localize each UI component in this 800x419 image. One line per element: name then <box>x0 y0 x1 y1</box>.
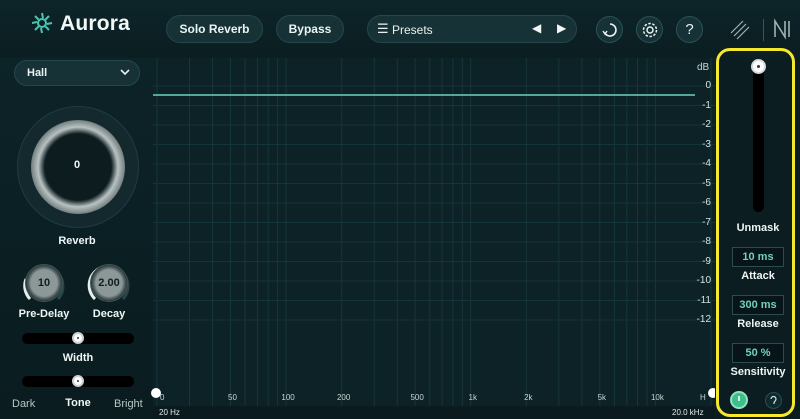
help-icon: ? <box>685 21 694 38</box>
low-freq-handle[interactable] <box>151 388 161 398</box>
db-tick-label: -6 <box>702 197 711 208</box>
reverb-type-dropdown[interactable]: Hall <box>14 60 140 86</box>
aurora-logo-icon <box>31 12 53 34</box>
chevron-down-icon <box>120 69 130 76</box>
freq-tick-label: 50 <box>228 393 237 402</box>
tone-bright-label: Bright <box>114 398 143 410</box>
tone-dark-label: Dark <box>12 398 36 410</box>
db-unit-label: dB <box>697 62 710 73</box>
db-tick-label: -2 <box>702 119 711 130</box>
presets-selector[interactable]: ☰ Presets ◀ ▶ <box>367 15 577 43</box>
history-icon <box>601 22 617 37</box>
width-slider-thumb[interactable] <box>72 332 84 344</box>
toolbar-divider <box>763 19 764 41</box>
db-tick-label: -8 <box>702 236 711 247</box>
db-tick-label: -9 <box>702 255 711 267</box>
reverb-label: Reverb <box>58 235 96 247</box>
freq-end-partial-label: H <box>700 393 706 402</box>
db-tick-label: -10 <box>696 275 711 286</box>
db-tick-label: -4 <box>702 158 711 169</box>
db-tick-label: 0 <box>705 80 711 91</box>
db-tick-label: -1 <box>702 99 711 111</box>
prev-arrow-icon[interactable]: ◀ <box>532 21 541 35</box>
freq-min-label: 20 Hz <box>159 408 180 417</box>
gear-icon <box>642 22 657 37</box>
freq-tick-label: 1k <box>468 393 477 402</box>
freq-max-label: 20.0 kHz <box>672 408 704 417</box>
predelay-label: Pre-Delay <box>18 308 70 320</box>
predelay-value: 10 <box>37 277 51 289</box>
freq-tick-label: 100 <box>281 393 295 402</box>
bypass-button[interactable]: Bypass <box>276 15 344 43</box>
db-tick-label: -11 <box>697 294 711 306</box>
settings-button[interactable] <box>636 16 663 43</box>
izotope-logo-icon[interactable] <box>728 18 752 42</box>
list-icon: ☰ <box>377 21 389 36</box>
width-label: Width <box>62 352 94 364</box>
ni-logo-icon[interactable] <box>772 18 792 40</box>
presets-label: Presets <box>392 23 433 37</box>
decay-value: 2.00 <box>98 277 120 289</box>
help-button[interactable]: ? <box>676 16 703 43</box>
spectrum-grid <box>153 58 715 406</box>
freq-tick-label: 5k <box>597 393 607 402</box>
next-arrow-icon[interactable]: ▶ <box>557 21 566 35</box>
reverb-type-value: Hall <box>27 67 48 79</box>
db-tick-label: -7 <box>702 216 711 228</box>
solo-reverb-button[interactable]: Solo Reverb <box>166 15 263 43</box>
reverb-value: 0 <box>73 159 81 171</box>
spectrum-graph[interactable] <box>153 58 715 406</box>
freq-tick-label: 2k <box>524 393 533 402</box>
decay-label: Decay <box>92 308 126 320</box>
app-logo-text: Aurora <box>60 12 131 35</box>
tone-slider-thumb[interactable] <box>72 375 84 387</box>
freq-tick-label: 500 <box>410 393 424 402</box>
freq-tick-label: 10k <box>650 393 664 402</box>
unmask-section-highlight <box>716 48 795 417</box>
db-tick-label: -12 <box>696 314 711 325</box>
db-tick-label: -5 <box>702 177 711 189</box>
db-tick-label: -3 <box>702 138 711 150</box>
tone-label: Tone <box>65 397 91 409</box>
freq-tick-label: 200 <box>336 393 351 402</box>
history-button[interactable] <box>596 16 623 43</box>
